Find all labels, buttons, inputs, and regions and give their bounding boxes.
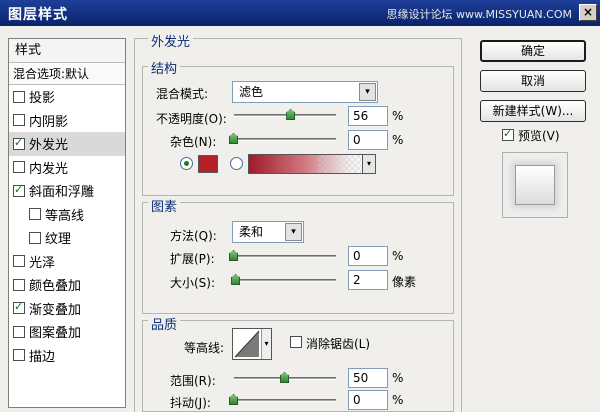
ok-button[interactable]: 确定 xyxy=(480,40,586,62)
jitter-unit: % xyxy=(392,393,404,407)
size-label: 大小(S): xyxy=(170,276,216,290)
preview-checkbox[interactable] xyxy=(502,127,514,141)
size-slider[interactable] xyxy=(234,279,336,282)
preview-swatch xyxy=(515,165,555,205)
technique-label: 方法(Q): xyxy=(170,229,217,243)
style-item[interactable]: 内阴影 xyxy=(9,109,125,133)
chevron-down-icon: ▾ xyxy=(285,223,302,241)
style-item-label: 图案叠加 xyxy=(29,326,82,342)
style-item-label: 渐变叠加 xyxy=(29,302,82,318)
antialias-label[interactable]: 消除锯齿(L) xyxy=(306,335,370,352)
range-label: 范围(R): xyxy=(170,374,216,388)
size-input[interactable]: 2 xyxy=(348,270,388,290)
style-item[interactable]: 纹理 xyxy=(9,226,125,250)
spread-slider[interactable] xyxy=(234,255,336,258)
chevron-down-icon: ▾ xyxy=(261,329,271,359)
style-item[interactable]: 颜色叠加 xyxy=(9,273,125,297)
style-item-label: 投影 xyxy=(29,91,56,107)
contour-label: 等高线: xyxy=(184,341,225,355)
style-item-label: 内阴影 xyxy=(29,114,69,130)
range-unit: % xyxy=(392,371,404,385)
style-items: 投影内阴影外发光内发光斜面和浮雕等高线纹理光泽颜色叠加渐变叠加图案叠加描边 xyxy=(9,85,125,367)
style-item-label: 描边 xyxy=(29,349,56,365)
style-item[interactable]: 描边 xyxy=(9,344,125,368)
blend-mode-label: 混合模式: xyxy=(156,87,209,101)
style-item-checkbox[interactable] xyxy=(13,255,25,268)
chevron-down-icon: ▾ xyxy=(359,83,376,101)
noise-label: 杂色(N): xyxy=(170,135,217,149)
spread-input[interactable]: 0 xyxy=(348,246,388,266)
style-preview xyxy=(502,152,568,218)
style-item[interactable]: 光泽 xyxy=(9,250,125,274)
glow-color-swatch[interactable] xyxy=(198,155,218,173)
panel-title: 外发光 xyxy=(148,31,194,50)
style-item-label: 斜面和浮雕 xyxy=(29,185,95,201)
opacity-slider[interactable] xyxy=(234,114,336,117)
quality-title: 品质 xyxy=(148,314,181,333)
jitter-input[interactable]: 0 xyxy=(348,390,388,410)
chevron-down-icon: ▾ xyxy=(362,155,375,173)
blend-mode-value: 滤色 xyxy=(239,85,264,99)
range-input[interactable]: 50 xyxy=(348,368,388,388)
solid-color-radio[interactable] xyxy=(180,157,193,170)
style-item-checkbox[interactable] xyxy=(13,183,25,197)
style-item[interactable]: 渐变叠加 xyxy=(9,297,125,321)
preview-label[interactable]: 预览(V) xyxy=(518,127,560,144)
jitter-slider[interactable] xyxy=(234,399,336,402)
size-unit: 像素 xyxy=(392,275,417,289)
blend-options-item[interactable]: 混合选项:默认 xyxy=(9,63,125,85)
structure-title: 结构 xyxy=(148,58,181,77)
window-title: 图层样式 xyxy=(8,7,68,23)
gradient-picker[interactable]: ▾ xyxy=(248,154,376,174)
style-item-label: 等高线 xyxy=(45,208,85,224)
style-list: 样式 混合选项:默认 投影内阴影外发光内发光斜面和浮雕等高线纹理光泽颜色叠加渐变… xyxy=(8,38,126,408)
noise-unit: % xyxy=(392,133,404,147)
opacity-label: 不透明度(O): xyxy=(156,112,227,126)
style-item[interactable]: 投影 xyxy=(9,85,125,109)
contour-curve-icon xyxy=(234,330,260,358)
style-item-checkbox[interactable] xyxy=(13,278,25,291)
gradient-radio[interactable] xyxy=(230,157,243,170)
style-item-checkbox[interactable] xyxy=(13,90,25,103)
title-bar: 图层样式 思缘设计论坛 www.MISSYUAN.COM × xyxy=(0,0,600,26)
jitter-label: 抖动(J): xyxy=(170,396,211,410)
style-item-checkbox[interactable] xyxy=(13,114,25,127)
style-item-checkbox[interactable] xyxy=(13,300,25,315)
style-item-checkbox[interactable] xyxy=(13,136,25,150)
style-item-checkbox[interactable] xyxy=(29,208,41,221)
style-item-label: 光泽 xyxy=(29,255,56,271)
style-item-label: 纹理 xyxy=(45,232,72,248)
technique-select[interactable]: 柔和 ▾ xyxy=(232,221,304,243)
spread-label: 扩展(P): xyxy=(170,252,215,266)
noise-slider[interactable] xyxy=(234,138,336,141)
style-item[interactable]: 等高线 xyxy=(9,203,125,227)
opacity-unit: % xyxy=(392,109,404,123)
style-item-label: 内发光 xyxy=(29,161,69,177)
style-item[interactable]: 图案叠加 xyxy=(9,320,125,344)
new-style-button[interactable]: 新建样式(W)... xyxy=(480,100,586,122)
watermark: 思缘设计论坛 www.MISSYUAN.COM xyxy=(386,8,572,21)
style-item-label: 颜色叠加 xyxy=(29,279,82,295)
contour-picker[interactable]: ▾ xyxy=(232,328,272,360)
style-list-header[interactable]: 样式 xyxy=(9,39,125,63)
style-item[interactable]: 外发光 xyxy=(9,132,125,156)
style-item-checkbox[interactable] xyxy=(13,349,25,362)
antialias-checkbox[interactable] xyxy=(290,336,302,348)
elements-title: 图素 xyxy=(148,196,181,215)
technique-value: 柔和 xyxy=(239,225,264,239)
style-item-label: 外发光 xyxy=(29,138,69,154)
spread-unit: % xyxy=(392,249,404,263)
blend-mode-select[interactable]: 滤色 ▾ xyxy=(232,81,378,103)
dialog-body: 样式 混合选项:默认 投影内阴影外发光内发光斜面和浮雕等高线纹理光泽颜色叠加渐变… xyxy=(0,26,600,412)
noise-input[interactable]: 0 xyxy=(348,130,388,150)
cancel-button[interactable]: 取消 xyxy=(480,70,586,92)
opacity-input[interactable]: 56 xyxy=(348,106,388,126)
style-item[interactable]: 内发光 xyxy=(9,156,125,180)
style-item-checkbox[interactable] xyxy=(13,161,25,174)
style-item-checkbox[interactable] xyxy=(29,231,41,244)
close-icon[interactable]: × xyxy=(579,4,597,21)
style-item[interactable]: 斜面和浮雕 xyxy=(9,179,125,203)
style-item-checkbox[interactable] xyxy=(13,325,25,338)
